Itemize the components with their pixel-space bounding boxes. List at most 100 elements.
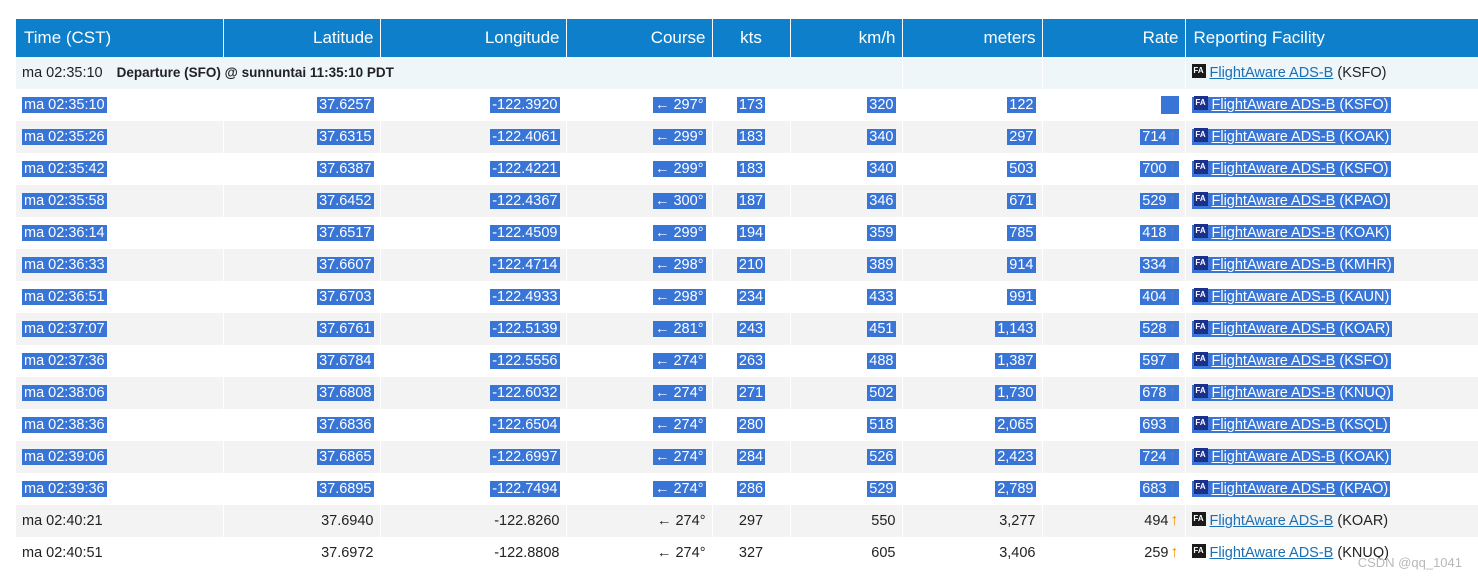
cell-time-value: ma 02:40:21 (22, 513, 103, 529)
table-row[interactable]: ma 02:38:06 37.6808 -122.6032 ← 274° 271 502 1… (16, 377, 1478, 409)
cell-kts-value: 187 (736, 193, 766, 209)
col-header-time[interactable]: Time (CST) (16, 19, 224, 57)
facility-link[interactable]: FlightAware ADS-B (1212, 353, 1336, 369)
facility-code: (KOAK) (1339, 129, 1390, 145)
cell-kts: 327 (712, 537, 791, 569)
cell-kmh-value: 605 (871, 545, 896, 561)
cell-course-value: ← 274° (656, 545, 706, 561)
facility-code: (KPAO) (1339, 481, 1389, 497)
cell-rate: 700 ↑ (1042, 153, 1186, 185)
facility-code: (KNUQ) (1339, 385, 1391, 401)
cell-time-value: ma 02:39:36 (22, 481, 107, 497)
table-row[interactable]: ma 02:35:10 37.6257 -122.3920 ← 297° 173 320 1… (16, 89, 1478, 121)
table-row[interactable]: ma 02:35:58 37.6452 -122.4367 ← 300° 187 346 6… (16, 185, 1478, 217)
table-row[interactable]: ma 02:35:42 37.6387 -122.4221 ← 299° 183 340 5… (16, 153, 1478, 185)
cell-time-value: ma 02:35:58 (22, 193, 107, 209)
facility-link[interactable]: FlightAware ADS-B (1210, 65, 1334, 81)
arrow-up-icon: ↑ (1168, 256, 1177, 273)
facility-link[interactable]: FlightAware ADS-B (1212, 481, 1336, 497)
cell-latitude: 37.6452 (223, 185, 381, 217)
cell-rate: 724 ↑ (1042, 441, 1186, 473)
cell-latitude: 37.6972 (223, 537, 381, 569)
flightaware-logo-icon: FA (1193, 352, 1208, 367)
facility-link[interactable]: FlightAware ADS-B (1212, 129, 1336, 145)
facility-wrap: FA FlightAware ADS-B (KOAK) (1191, 224, 1392, 241)
cell-longitude-value: -122.4509 (490, 225, 560, 241)
cell-rate: 714 ↑ (1042, 121, 1186, 153)
flight-track-log: Time (CST) Latitude Longitude Course kts… (16, 19, 1478, 569)
col-header-longitude[interactable]: Longitude (380, 19, 567, 57)
table-row[interactable]: ma 02:39:06 37.6865 -122.6997 ← 274° 284 526 2… (16, 441, 1478, 473)
facility-link[interactable]: FlightAware ADS-B (1212, 417, 1336, 433)
cell-longitude: -122.8260 (380, 505, 567, 537)
cell-longitude: -122.6997 (380, 441, 567, 473)
cell-kts: 187 (712, 185, 791, 217)
cell-rate (1042, 89, 1186, 121)
cell-facility: FA FlightAware ADS-B (KPAO) (1185, 473, 1478, 505)
cell-meters-value: 1,387 (995, 353, 1036, 369)
table-row[interactable]: ma 02:40:51 37.6972 -122.8808 ← 274° 327 605 3… (16, 537, 1478, 569)
table-row[interactable]: ma 02:40:21 37.6940 -122.8260 ← 274° 297 550 3… (16, 505, 1478, 537)
facility-link[interactable]: FlightAware ADS-B (1212, 161, 1336, 177)
flightaware-logo-icon: FA (1191, 64, 1206, 79)
cell-time: ma 02:36:14 (16, 217, 224, 249)
facility-link[interactable]: FlightAware ADS-B (1212, 289, 1336, 305)
table-row[interactable]: ma 02:38:36 37.6836 -122.6504 ← 274° 280 518 2… (16, 409, 1478, 441)
cell-course: ← 299° (566, 217, 713, 249)
facility-link[interactable]: FlightAware ADS-B (1212, 257, 1336, 273)
facility-link[interactable]: FlightAware ADS-B (1212, 321, 1336, 337)
table-row[interactable]: ma 02:37:36 37.6784 -122.5556 ← 274° 263 488 1… (16, 345, 1478, 377)
departure-row: ma 02:35:10 Departure (SFO) @ sunnuntai … (16, 57, 1478, 89)
rate-wrap: 683 ↑ (1140, 480, 1179, 497)
col-header-latitude[interactable]: Latitude (223, 19, 381, 57)
cell-meters-value: 671 (1007, 193, 1036, 209)
table-row[interactable]: ma 02:39:36 37.6895 -122.7494 ← 274° 286 529 2… (16, 473, 1478, 505)
cell-latitude-value: 37.6452 (317, 193, 374, 209)
cell-kmh: 340 (790, 153, 903, 185)
cell-rate: 597 ↑ (1042, 345, 1186, 377)
arrow-up-icon: ↑ (1168, 448, 1177, 465)
departure-time: ma 02:35:10 (22, 65, 103, 81)
facility-link[interactable]: FlightAware ADS-B (1212, 97, 1336, 113)
cell-course-value: ← 274° (656, 513, 706, 529)
cell-time: ma 02:35:10 (16, 89, 224, 121)
col-header-facility[interactable]: Reporting Facility (1185, 19, 1478, 57)
cell-longitude: -122.3920 (380, 89, 567, 121)
table-row[interactable]: ma 02:35:26 37.6315 -122.4061 ← 299° 183 340 2… (16, 121, 1478, 153)
facility-link[interactable]: FlightAware ADS-B (1212, 449, 1336, 465)
rate-wrap: 334 ↑ (1140, 256, 1179, 273)
cell-rate: 683 ↑ (1042, 473, 1186, 505)
facility-link[interactable]: FlightAware ADS-B (1212, 225, 1336, 241)
col-header-kts[interactable]: kts (712, 19, 791, 57)
col-header-meters[interactable]: meters (902, 19, 1043, 57)
facility-link[interactable]: FlightAware ADS-B (1212, 193, 1336, 209)
flightaware-logo-icon: FA (1193, 96, 1208, 111)
col-header-course[interactable]: Course (566, 19, 713, 57)
facility-link[interactable]: FlightAware ADS-B (1210, 545, 1334, 561)
facility-link[interactable]: FlightAware ADS-B (1210, 513, 1334, 529)
col-header-kmh[interactable]: km/h (790, 19, 903, 57)
cell-meters-value: 1,730 (995, 385, 1036, 401)
cell-course-value: ← 299° (652, 225, 706, 241)
flightaware-logo-icon: FA (1193, 480, 1208, 495)
facility-code: (KPAO) (1339, 193, 1389, 209)
table-row[interactable]: ma 02:36:51 37.6703 -122.4933 ← 298° 234 433 9… (16, 281, 1478, 313)
flightaware-logo-icon: FA (1193, 288, 1208, 303)
cell-facility: FA FlightAware ADS-B (KOAK) (1185, 121, 1478, 153)
col-header-rate[interactable]: Rate (1042, 19, 1186, 57)
cell-facility: FA FlightAware ADS-B (KPAO) (1185, 185, 1478, 217)
table-row[interactable]: ma 02:36:33 37.6607 -122.4714 ← 298° 210 389 9… (16, 249, 1478, 281)
cell-time: ma 02:36:51 (16, 281, 224, 313)
flightaware-logo-icon: FA (1193, 416, 1208, 431)
table-row[interactable]: ma 02:37:07 37.6761 -122.5139 ← 281° 243 451 1… (16, 313, 1478, 345)
cell-time: ma 02:40:51 (16, 537, 224, 569)
cell-longitude: -122.4367 (380, 185, 567, 217)
facility-code: (KOAR) (1339, 321, 1391, 337)
cell-course: ← 274° (566, 377, 713, 409)
facility-link[interactable]: FlightAware ADS-B (1212, 385, 1336, 401)
table-row[interactable]: ma 02:36:14 37.6517 -122.4509 ← 299° 194 359 7… (16, 217, 1478, 249)
cell-course: ← 300° (566, 185, 713, 217)
cell-meters: 671 (902, 185, 1043, 217)
cell-rate: 334 ↑ (1042, 249, 1186, 281)
cell-time-value: ma 02:40:51 (22, 545, 103, 561)
